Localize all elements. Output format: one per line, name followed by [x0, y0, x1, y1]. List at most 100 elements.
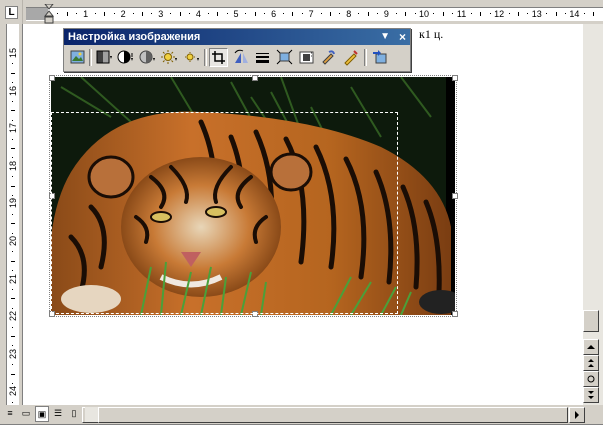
rotate-left-button[interactable] — [231, 48, 250, 67]
normal-view-icon[interactable]: ≡ — [3, 406, 17, 422]
scroll-right-button[interactable] — [569, 407, 585, 423]
tab-stop-type[interactable]: L — [5, 6, 18, 19]
ruler-dot — [414, 13, 416, 14]
ruler-tick — [11, 260, 15, 262]
ruler-dot — [226, 13, 228, 14]
ruler-number: 2 — [120, 9, 126, 19]
toolbar-separator — [364, 49, 367, 66]
ruler-number: 17 — [8, 123, 18, 134]
ruler-dot — [12, 326, 13, 328]
ruler-dot — [452, 13, 454, 14]
text-wrapping-button[interactable] — [297, 48, 316, 67]
ruler-tick — [11, 72, 15, 74]
ruler-dot — [546, 13, 548, 14]
less-contrast-button[interactable] — [138, 48, 157, 67]
scroll-up-button[interactable] — [583, 339, 599, 355]
toolbar-options-icon[interactable]: ▼ — [380, 29, 390, 45]
ruler-tick — [11, 336, 15, 337]
ruler-tick — [518, 12, 519, 16]
ruler-tick — [11, 148, 15, 149]
ruler-dot — [12, 119, 13, 121]
ruler-dot — [12, 383, 13, 384]
ruler-tick — [292, 12, 294, 16]
ruler-tick — [405, 12, 407, 16]
reading-view-icon[interactable]: ▯ — [67, 406, 81, 422]
ruler-dot — [113, 13, 115, 14]
crop-button[interactable] — [209, 48, 228, 67]
ruler-dot — [339, 13, 341, 14]
ruler-number: 9 — [383, 9, 389, 19]
document-text: к1 ц. — [419, 27, 444, 41]
outline-view-icon[interactable]: ☰ — [51, 406, 65, 422]
ruler-dot — [489, 13, 491, 14]
ruler-dot — [12, 401, 13, 403]
toolbar-title: Настройка изображения — [68, 31, 201, 43]
more-contrast-button[interactable] — [116, 48, 135, 67]
ruler-dot — [151, 13, 153, 14]
toolbar-title-bar[interactable]: Настройка изображения ▼ × — [64, 29, 410, 45]
ruler-dot — [565, 13, 566, 14]
ruler-dot — [12, 251, 13, 253]
color-button[interactable] — [94, 48, 113, 67]
ruler-number: 23 — [8, 348, 18, 359]
set-transparent-color-button[interactable] — [341, 48, 360, 67]
ruler-dot — [377, 13, 378, 14]
tab-selector[interactable]: L — [0, 0, 23, 24]
ruler-dot — [95, 13, 96, 14]
ruler-number: 10 — [418, 9, 430, 19]
line-style-button[interactable] — [253, 48, 272, 67]
ruler-dot — [433, 13, 435, 14]
ruler-dot — [12, 364, 13, 366]
more-brightness-button[interactable] — [160, 48, 179, 67]
less-brightness-button[interactable] — [182, 48, 201, 67]
toolbar-separator — [89, 49, 92, 66]
ruler-tick — [11, 298, 15, 300]
reset-picture-button[interactable] — [370, 48, 389, 67]
ruler-number: 13 — [531, 9, 542, 19]
vertical-ruler[interactable]: 15 16 17 18 19 20 21 22 23 24 — [6, 24, 19, 422]
ruler-number: 21 — [8, 273, 18, 284]
horizontal-scroll-thumb[interactable] — [98, 407, 568, 423]
previous-page-button[interactable] — [583, 355, 599, 371]
ruler-number: 8 — [346, 9, 352, 19]
crop-outline[interactable] — [51, 112, 398, 314]
ruler-number: 24 — [8, 386, 18, 397]
ruler-dot — [12, 307, 13, 309]
ruler-tick — [217, 12, 219, 16]
web-layout-view-icon[interactable]: ▭ — [19, 406, 33, 422]
ruler-dot — [12, 176, 13, 178]
ruler-dot — [57, 13, 59, 14]
format-picture-button[interactable] — [319, 48, 338, 67]
ruler-tick — [179, 12, 181, 16]
ruler-dot — [264, 13, 266, 14]
horizontal-ruler[interactable]: 1 2 3 4 5 6 7 8 9 10 11 12 13 14 — [26, 7, 603, 21]
ruler-dot — [12, 195, 13, 196]
ruler-number: 19 — [8, 198, 18, 209]
ruler-dot — [471, 13, 472, 14]
resize-handle-se[interactable] — [452, 311, 458, 317]
select-browse-object-button[interactable] — [583, 371, 599, 387]
print-layout-view-icon[interactable]: ▣ — [35, 406, 49, 422]
ruler-tick — [142, 12, 143, 16]
compress-pictures-button[interactable] — [275, 48, 294, 67]
ruler-number: 4 — [195, 9, 201, 19]
resize-handle-nw[interactable] — [49, 75, 55, 81]
ruler-tick — [11, 223, 15, 225]
ruler-number: 6 — [271, 9, 277, 19]
ruler-tick — [11, 110, 15, 112]
insert-picture-button[interactable] — [68, 48, 87, 67]
ruler-dot — [12, 270, 13, 272]
picture-toolbar: Настройка изображения ▼ × — [63, 28, 411, 72]
ruler-number: 15 — [8, 48, 18, 59]
ruler-tick — [442, 12, 444, 16]
ruler-dot — [301, 13, 303, 14]
ruler-dot — [207, 13, 209, 14]
resize-handle-e[interactable] — [452, 193, 458, 199]
indent-marker[interactable] — [44, 4, 54, 26]
resize-handle-n[interactable] — [252, 75, 258, 81]
vertical-scroll-thumb[interactable] — [583, 310, 599, 332]
next-page-button[interactable] — [583, 387, 599, 403]
resize-handle-ne[interactable] — [452, 75, 458, 81]
ruler-dot — [583, 13, 585, 14]
close-icon[interactable]: × — [399, 29, 406, 45]
